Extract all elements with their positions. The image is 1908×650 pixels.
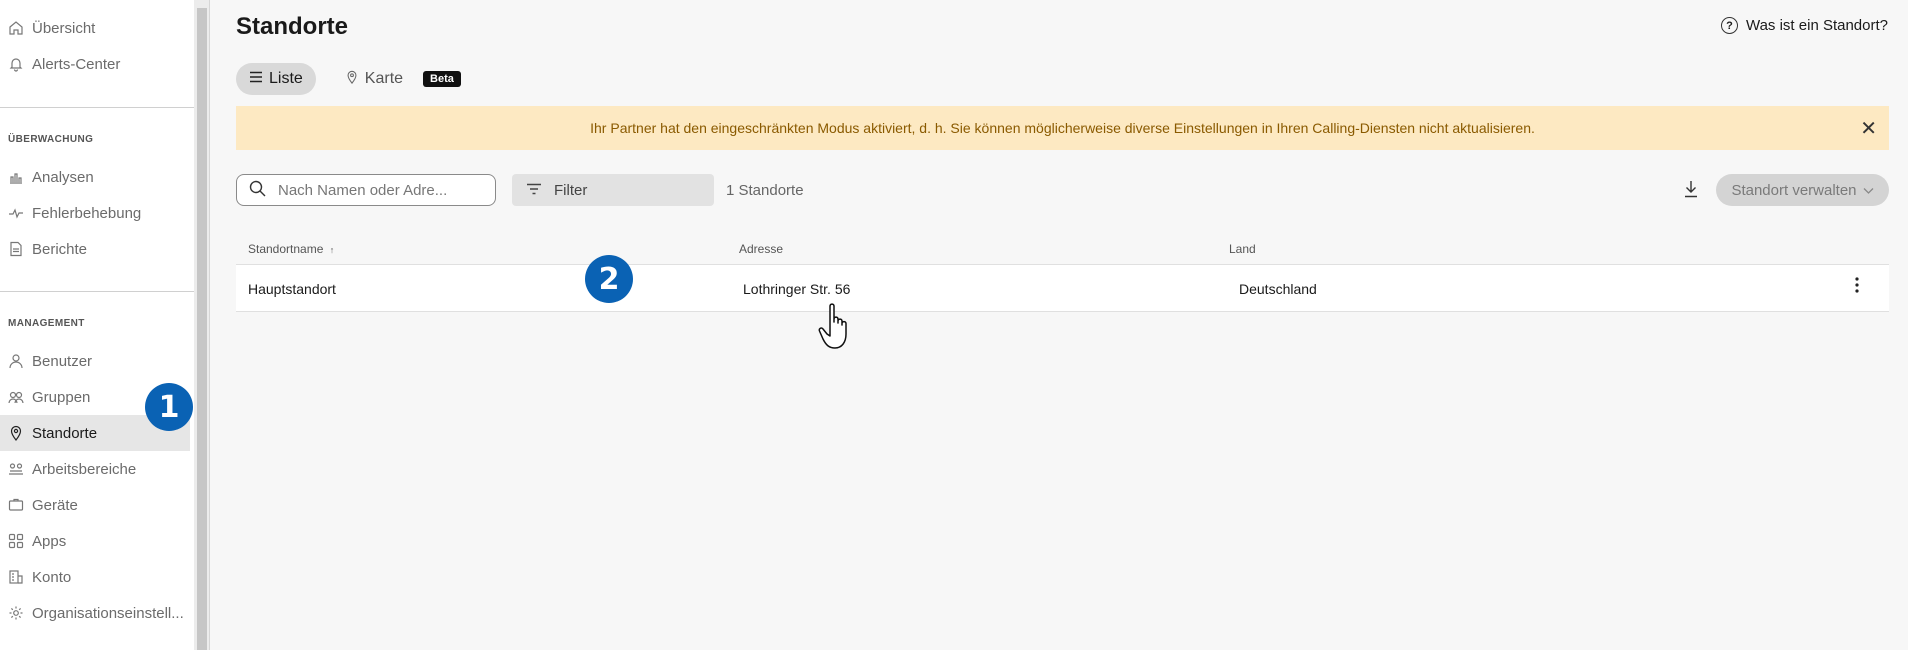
sidebar-section-monitoring: ÜBERWACHUNG [8, 134, 94, 145]
scrollbar-thumb[interactable] [197, 8, 207, 650]
bell-icon [7, 55, 25, 73]
sidebar-item-label: Fehlerbehebung [32, 204, 142, 222]
sidebar-item-devices[interactable]: Geräte [0, 487, 190, 523]
tab-map[interactable]: Karte Beta [332, 63, 474, 95]
home-icon [7, 19, 25, 37]
help-link[interactable]: ? Was ist ein Standort? [1720, 17, 1888, 34]
sidebar-item-label: Standorte [32, 424, 98, 442]
building-icon [7, 568, 25, 586]
sidebar-item-troubleshooting[interactable]: Fehlerbehebung [0, 195, 190, 231]
manage-location-button[interactable]: Standort verwalten [1716, 174, 1889, 206]
tab-map-label: Karte [364, 70, 404, 87]
sidebar-item-alerts[interactable]: Alerts-Center [0, 46, 190, 82]
column-header-country[interactable]: Land [1229, 242, 1256, 256]
workspace-icon [7, 460, 25, 478]
callout-1: 1 [145, 383, 193, 431]
locations-table: Standortname ↑ Adresse Land Hauptstandor… [236, 236, 1889, 312]
cell-address: Lothringer Str. 56 [743, 281, 851, 297]
sidebar-item-workspaces[interactable]: Arbeitsbereiche [0, 451, 190, 487]
sidebar-item-label: Organisationseinstell... [32, 604, 184, 622]
question-icon: ? [1720, 17, 1738, 34]
list-icon [249, 70, 263, 88]
view-tabs: Liste Karte Beta [236, 63, 474, 95]
sidebar-item-account[interactable]: Konto [0, 559, 190, 595]
sidebar-item-label: Alerts-Center [32, 55, 121, 73]
filter-button[interactable]: Filter [512, 174, 714, 206]
search-icon [249, 180, 266, 201]
sidebar-item-label: Gruppen [32, 388, 91, 406]
sidebar-scrollbar[interactable] [194, 0, 210, 650]
user-icon [7, 352, 25, 370]
location-pin-icon [7, 424, 25, 442]
filter-label: Filter [554, 181, 588, 199]
callout-2: 2 [585, 255, 633, 303]
search-input[interactable]: Nach Namen oder Adre... [236, 174, 496, 206]
sidebar-item-analytics[interactable]: Analysen [0, 159, 190, 195]
sidebar-item-reports[interactable]: Berichte [0, 231, 190, 267]
sidebar-divider [0, 291, 194, 292]
page-title: Standorte [236, 13, 349, 40]
cell-country: Deutschland [1239, 281, 1317, 297]
sidebar-item-label: Übersicht [32, 19, 96, 37]
close-icon[interactable]: ✕ [1860, 116, 1877, 141]
sidebar-item-label: Berichte [32, 240, 88, 258]
sidebar-item-apps[interactable]: Apps [0, 523, 190, 559]
filter-icon [526, 182, 542, 199]
sidebar-item-users[interactable]: Benutzer [0, 343, 190, 379]
sidebar-section-management: MANAGEMENT [8, 318, 85, 329]
sidebar-item-org-settings[interactable]: Organisationseinstell... [0, 595, 190, 631]
restricted-mode-banner: Ihr Partner hat den eingeschränkten Modu… [236, 106, 1889, 150]
sidebar-item-overview[interactable]: Übersicht [0, 10, 190, 46]
sidebar-item-label: Analysen [32, 168, 94, 186]
tab-list-label: Liste [269, 70, 303, 87]
more-options-icon[interactable] [1855, 277, 1859, 296]
location-pin-icon [345, 69, 359, 90]
report-icon [7, 240, 25, 258]
table-header: Standortname ↑ Adresse Land [236, 236, 1889, 265]
hand-cursor-icon [818, 302, 862, 357]
tab-list[interactable]: Liste [236, 63, 316, 95]
sidebar-divider [0, 107, 194, 108]
device-icon [7, 496, 25, 514]
cell-location-name: Hauptstandort [248, 281, 336, 297]
gear-icon [7, 604, 25, 622]
column-header-name[interactable]: Standortname ↑ [248, 242, 334, 256]
sort-ascending-icon: ↑ [329, 245, 335, 255]
location-count: 1 Standorte [726, 182, 804, 199]
chevron-down-icon [1863, 182, 1874, 199]
pulse-icon [7, 204, 25, 222]
sidebar-item-label: Apps [32, 532, 67, 550]
download-icon[interactable] [1683, 180, 1699, 203]
sidebar: Übersicht Alerts-Center ÜBERWACHUNG Anal… [0, 0, 194, 650]
search-placeholder: Nach Namen oder Adre... [278, 181, 448, 199]
sidebar-item-label: Konto [32, 568, 72, 586]
group-icon [7, 388, 25, 406]
apps-grid-icon [7, 532, 25, 550]
sidebar-item-label: Arbeitsbereiche [32, 460, 137, 478]
manage-location-label: Standort verwalten [1731, 181, 1857, 199]
table-row[interactable]: Hauptstandort Lothringer Str. 56 Deutsch… [236, 265, 1889, 312]
beta-badge: Beta [423, 71, 461, 87]
banner-text: Ihr Partner hat den eingeschränkten Modu… [590, 120, 1535, 136]
help-link-label: Was ist ein Standort? [1745, 17, 1888, 34]
sidebar-item-label: Benutzer [32, 352, 93, 370]
toolbar: Nach Namen oder Adre... Filter 1 Standor… [236, 174, 1889, 206]
sidebar-item-label: Geräte [32, 496, 78, 514]
column-header-address[interactable]: Adresse [739, 242, 783, 256]
chart-icon [7, 168, 25, 186]
